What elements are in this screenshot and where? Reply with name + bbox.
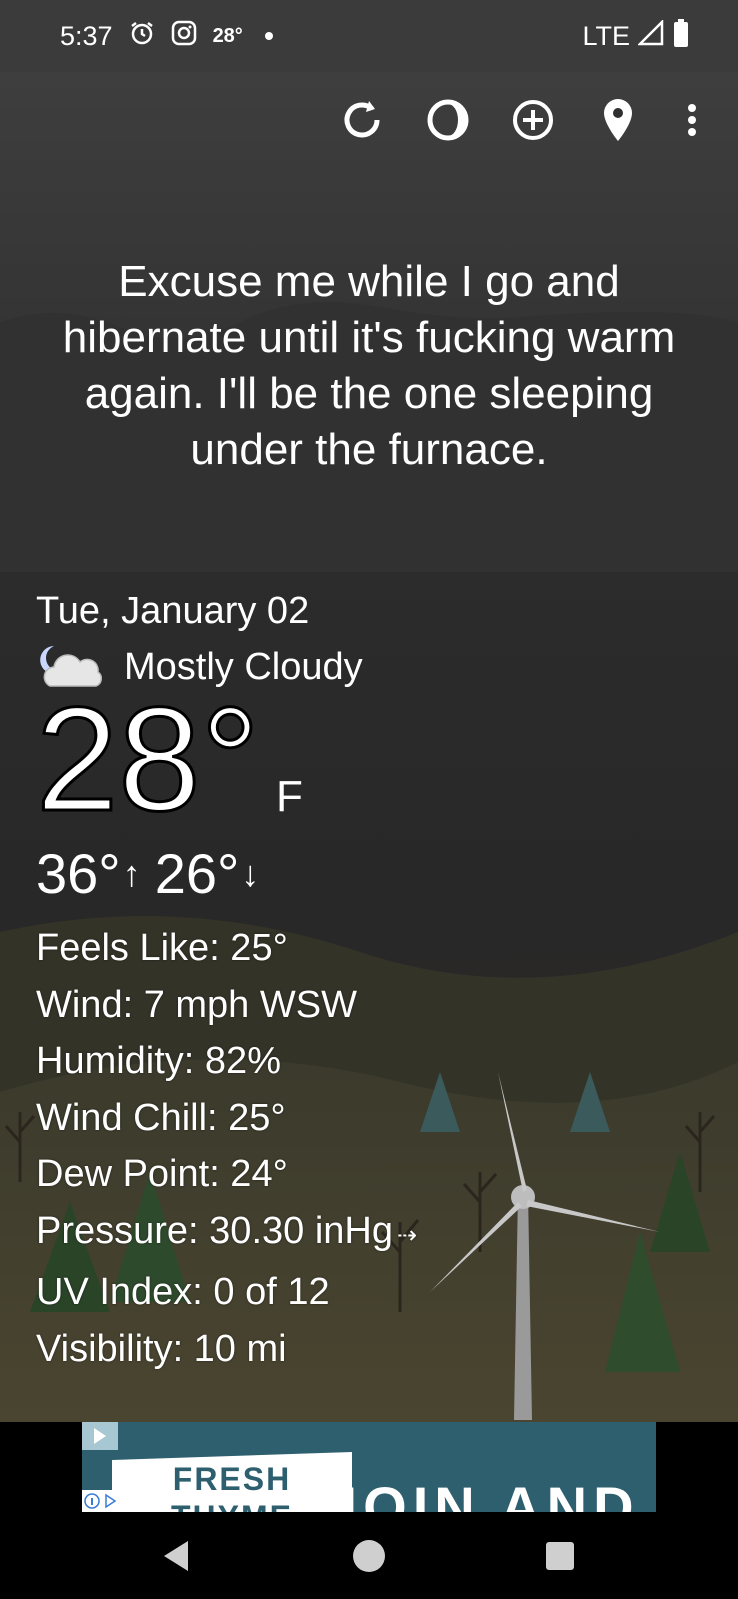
wind-chill: Wind Chill: 25° bbox=[36, 1096, 286, 1139]
battery-icon bbox=[672, 18, 690, 54]
ad-choices-icon[interactable] bbox=[82, 1422, 118, 1450]
add-location-icon[interactable] bbox=[505, 92, 561, 148]
ad-headline: JOIN AND bbox=[326, 1475, 640, 1512]
weather-info: Tue, January 02 Mostly Cloudy 28° F 36° … bbox=[35, 588, 556, 1377]
top-toolbar bbox=[0, 92, 738, 156]
instagram-icon bbox=[171, 20, 197, 53]
home-icon[interactable] bbox=[345, 1532, 393, 1580]
status-bar: 5:37 28° LTE bbox=[0, 0, 738, 72]
refresh-icon[interactable] bbox=[334, 92, 390, 148]
back-icon[interactable] bbox=[152, 1532, 200, 1580]
temperature-row: 28° F bbox=[35, 678, 556, 841]
theme-icon[interactable] bbox=[420, 92, 476, 148]
high-low-row: 36° ↑ 26° ↓ bbox=[36, 842, 556, 906]
notification-dot-icon bbox=[264, 32, 273, 40]
ad-info-icon[interactable] bbox=[82, 1490, 122, 1512]
current-temperature: 28° bbox=[35, 677, 262, 842]
pressure: Pressure: 30.30 inHg bbox=[36, 1209, 393, 1252]
current-date: Tue, January 02 bbox=[36, 590, 310, 632]
more-vert-icon[interactable] bbox=[664, 92, 720, 148]
recents-icon[interactable] bbox=[536, 1532, 584, 1580]
ad-brand-logo: FRESH THYME bbox=[112, 1452, 352, 1512]
status-temp-badge: 28° bbox=[212, 24, 243, 47]
humidity: Humidity: 82% bbox=[36, 1040, 281, 1082]
network-label: LTE bbox=[582, 20, 630, 51]
ad-bar: FRESH THYME JOIN AND bbox=[0, 1422, 738, 1512]
wind: Wind: 7 mph WSW bbox=[36, 983, 357, 1026]
visibility: Visibility: 10 mi bbox=[36, 1327, 287, 1370]
up-arrow-icon: ↑ bbox=[122, 853, 141, 894]
feels-like: Feels Like: 25° bbox=[36, 927, 288, 969]
system-nav-bar bbox=[0, 1512, 738, 1599]
uv-index: UV Index: 0 of 12 bbox=[36, 1271, 330, 1313]
alarm-icon bbox=[129, 20, 155, 53]
weather-details: Feels Like: 25° Wind: 7 mph WSW Humidity… bbox=[36, 920, 556, 1377]
down-arrow-icon: ↓ bbox=[241, 853, 260, 894]
weather-quote: Excuse me while I go and hibernate until… bbox=[62, 257, 676, 474]
signal-icon bbox=[636, 18, 664, 53]
high-temperature: 36° bbox=[36, 842, 121, 905]
status-time: 5:37 bbox=[60, 20, 113, 51]
low-temperature: 26° bbox=[154, 842, 240, 905]
dew-point: Dew Point: 24° bbox=[36, 1153, 288, 1195]
pressure-row: Pressure: 30.30 inHg ⇢ bbox=[36, 1203, 556, 1265]
pressure-trend-icon: ⇢ bbox=[396, 1221, 418, 1249]
location-pin-icon[interactable] bbox=[590, 92, 646, 148]
ad-banner[interactable]: FRESH THYME JOIN AND bbox=[82, 1422, 656, 1512]
temperature-unit: F bbox=[276, 772, 303, 821]
